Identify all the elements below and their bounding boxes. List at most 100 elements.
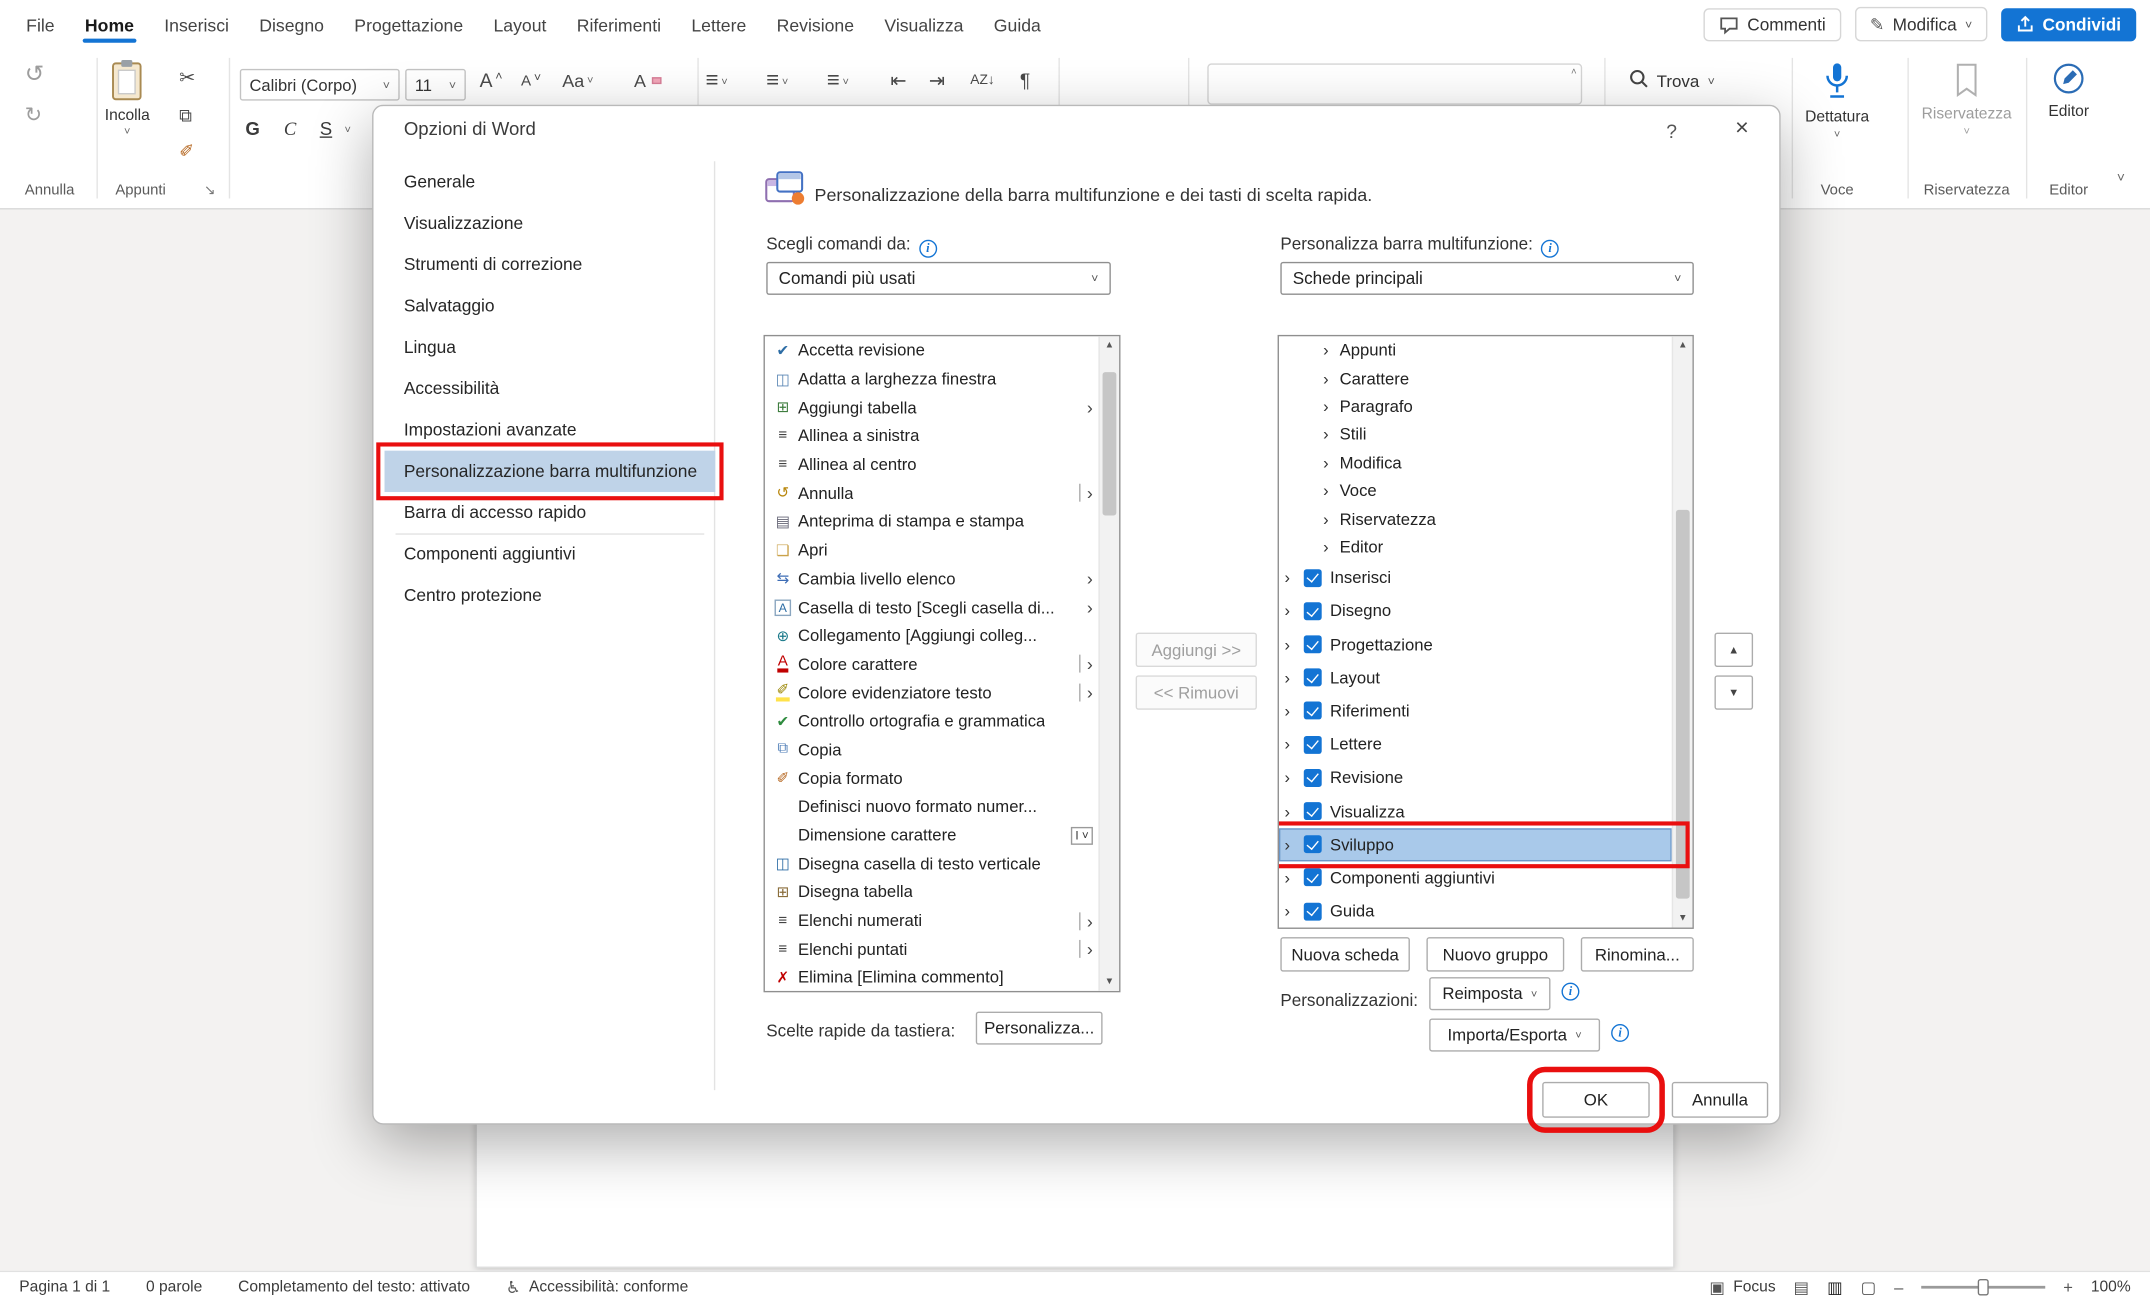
- underline-button[interactable]: S: [320, 119, 332, 140]
- zoom-out-button[interactable]: –: [1894, 1277, 1903, 1296]
- command-item[interactable]: Cambia livello elenco: [765, 564, 1099, 593]
- font-name-dropdown[interactable]: Calibri (Corpo) ˅: [240, 69, 400, 101]
- dictate-button[interactable]: Dettatura ˅: [1794, 61, 1879, 141]
- font-size-dropdown[interactable]: 11 ˅: [405, 69, 466, 101]
- cut-icon[interactable]: ✂: [179, 66, 195, 89]
- info-icon[interactable]: i: [1611, 1024, 1629, 1042]
- change-case-button[interactable]: Aa˅: [562, 70, 593, 91]
- format-painter-icon[interactable]: ✐: [179, 141, 194, 163]
- decrease-indent-button[interactable]: ⇤: [890, 69, 906, 92]
- chevron-right-icon[interactable]: [1284, 835, 1301, 854]
- styles-gallery[interactable]: ˄: [1207, 63, 1582, 104]
- ribbon-tree-item[interactable]: Lettere: [1279, 728, 1672, 761]
- scroll-up-icon[interactable]: ▲: [1673, 340, 1692, 350]
- menu-tab[interactable]: Guida: [979, 3, 1056, 46]
- chevron-right-icon[interactable]: [1323, 481, 1340, 500]
- command-item[interactable]: Elimina [Elimina commento]: [765, 964, 1099, 993]
- tab-checkbox[interactable]: [1304, 669, 1322, 687]
- editing-mode-button[interactable]: ✎ Modifica ˅: [1855, 7, 1988, 41]
- menu-tab[interactable]: File: [11, 3, 70, 46]
- tab-checkbox[interactable]: [1304, 602, 1322, 620]
- chevron-right-icon[interactable]: [1284, 768, 1301, 787]
- new-group-button[interactable]: Nuovo gruppo: [1426, 937, 1564, 971]
- command-item[interactable]: Copia: [765, 735, 1099, 764]
- copy-icon[interactable]: ⧉: [179, 105, 192, 127]
- command-item[interactable]: Controllo ortografia e grammatica: [765, 707, 1099, 736]
- command-item[interactable]: Colore evidenziatore testo: [765, 678, 1099, 707]
- ribbon-tree-item[interactable]: Voce: [1279, 477, 1672, 505]
- tab-checkbox[interactable]: [1304, 735, 1322, 753]
- find-button[interactable]: Trova ˅: [1629, 69, 1715, 92]
- scroll-up-icon[interactable]: ▲: [1100, 340, 1119, 350]
- ribbon-tree-item[interactable]: Stili: [1279, 421, 1672, 449]
- ribbon-tree-item[interactable]: Disegno: [1279, 594, 1672, 627]
- scrollbar-thumb[interactable]: [1676, 510, 1690, 899]
- command-item[interactable]: Annulla: [765, 479, 1099, 508]
- underline-dropdown[interactable]: ˅: [345, 124, 351, 136]
- command-item[interactable]: Colore carattere: [765, 650, 1099, 679]
- tab-checkbox[interactable]: [1304, 569, 1322, 587]
- import-export-button[interactable]: Importa/Esporta˅: [1429, 1018, 1600, 1051]
- word-count[interactable]: 0 parole: [146, 1278, 202, 1295]
- ribbon-tree-item[interactable]: Carattere: [1279, 364, 1672, 392]
- ribbon-tree-item[interactable]: Modifica: [1279, 449, 1672, 477]
- ribbon-tree-item[interactable]: Inserisci: [1279, 561, 1672, 594]
- scrollbar-thumb[interactable]: [1103, 372, 1117, 515]
- redo-icon[interactable]: ↻: [25, 102, 42, 127]
- command-item[interactable]: Casella di testo [Scegli casella di...: [765, 593, 1099, 622]
- command-item[interactable]: Copia formato: [765, 764, 1099, 793]
- ribbon-tree-item[interactable]: Visualizza: [1279, 794, 1672, 827]
- dialog-launcher-icon[interactable]: ↘: [204, 183, 216, 198]
- options-nav-item[interactable]: Personalizzazione barra multifunzione: [385, 451, 716, 492]
- help-button[interactable]: ?: [1666, 120, 1677, 142]
- sensitivity-button[interactable]: Riservatezza ˅: [1916, 61, 2018, 138]
- ribbon-tree-item[interactable]: Revisione: [1279, 761, 1672, 794]
- customize-ribbon-dropdown[interactable]: Schede principali ˅: [1280, 262, 1693, 295]
- command-item[interactable]: Disegna casella di testo verticale: [765, 849, 1099, 878]
- chevron-right-icon[interactable]: [1284, 568, 1301, 587]
- info-icon[interactable]: i: [919, 240, 937, 258]
- command-item[interactable]: Collegamento [Aggiungi colleg...: [765, 621, 1099, 650]
- multilevel-list-button[interactable]: ≡˅: [827, 69, 849, 94]
- menu-tab[interactable]: Layout: [478, 3, 561, 46]
- focus-button[interactable]: ▣ Focus: [1709, 1277, 1775, 1296]
- menu-tab[interactable]: Inserisci: [149, 3, 244, 46]
- tab-checkbox[interactable]: [1304, 635, 1322, 653]
- clear-formatting-button[interactable]: A: [634, 70, 661, 91]
- scroll-down-icon[interactable]: ▼: [1673, 914, 1692, 924]
- command-item[interactable]: Adatta a larghezza finestra: [765, 365, 1099, 394]
- pilcrow-button[interactable]: ¶: [1020, 69, 1030, 91]
- chevron-right-icon[interactable]: [1284, 868, 1301, 887]
- command-item[interactable]: Allinea a sinistra: [765, 422, 1099, 451]
- command-item[interactable]: Definisci nuovo formato numer...: [765, 792, 1099, 821]
- tab-checkbox[interactable]: [1304, 702, 1322, 720]
- menu-tab[interactable]: Visualizza: [869, 3, 978, 46]
- menu-tab[interactable]: Disegno: [244, 3, 339, 46]
- chevron-right-icon[interactable]: [1284, 668, 1301, 687]
- ribbon-tree-item[interactable]: Appunti: [1279, 336, 1672, 364]
- chevron-right-icon[interactable]: [1323, 425, 1340, 444]
- close-icon[interactable]: ×: [1735, 114, 1749, 142]
- ribbon-tree-item[interactable]: Sviluppo: [1279, 828, 1672, 861]
- paste-button[interactable]: Incolla ˅: [105, 58, 150, 138]
- ribbon-tree-item[interactable]: Componenti aggiuntivi: [1279, 861, 1672, 894]
- remove-command-button[interactable]: << Rimuovi: [1136, 675, 1257, 709]
- menu-tab[interactable]: Riferimenti: [562, 3, 677, 46]
- command-item[interactable]: Aggiungi tabella: [765, 393, 1099, 422]
- text-completion-status[interactable]: Completamento del testo: attivato: [238, 1278, 470, 1295]
- new-tab-button[interactable]: Nuova scheda: [1280, 937, 1410, 971]
- bulleted-list-button[interactable]: ≡˅: [706, 69, 728, 94]
- tab-checkbox[interactable]: [1304, 835, 1322, 853]
- read-mode-icon[interactable]: ▤: [1794, 1277, 1810, 1296]
- command-item[interactable]: Elenchi numerati: [765, 907, 1099, 936]
- ribbon-tree-item[interactable]: Layout: [1279, 661, 1672, 694]
- italic-button[interactable]: C: [284, 119, 296, 141]
- sort-button[interactable]: AZ↓: [970, 73, 995, 88]
- menu-tab[interactable]: Lettere: [676, 3, 761, 46]
- chevron-right-icon[interactable]: [1323, 509, 1340, 528]
- zoom-slider-thumb[interactable]: [1978, 1278, 1989, 1295]
- bold-button[interactable]: G: [245, 119, 259, 140]
- menu-tab[interactable]: Revisione: [761, 3, 869, 46]
- add-command-button[interactable]: Aggiungi >>: [1136, 633, 1257, 667]
- tree-scrollbar[interactable]: ▲ ▼: [1672, 336, 1693, 927]
